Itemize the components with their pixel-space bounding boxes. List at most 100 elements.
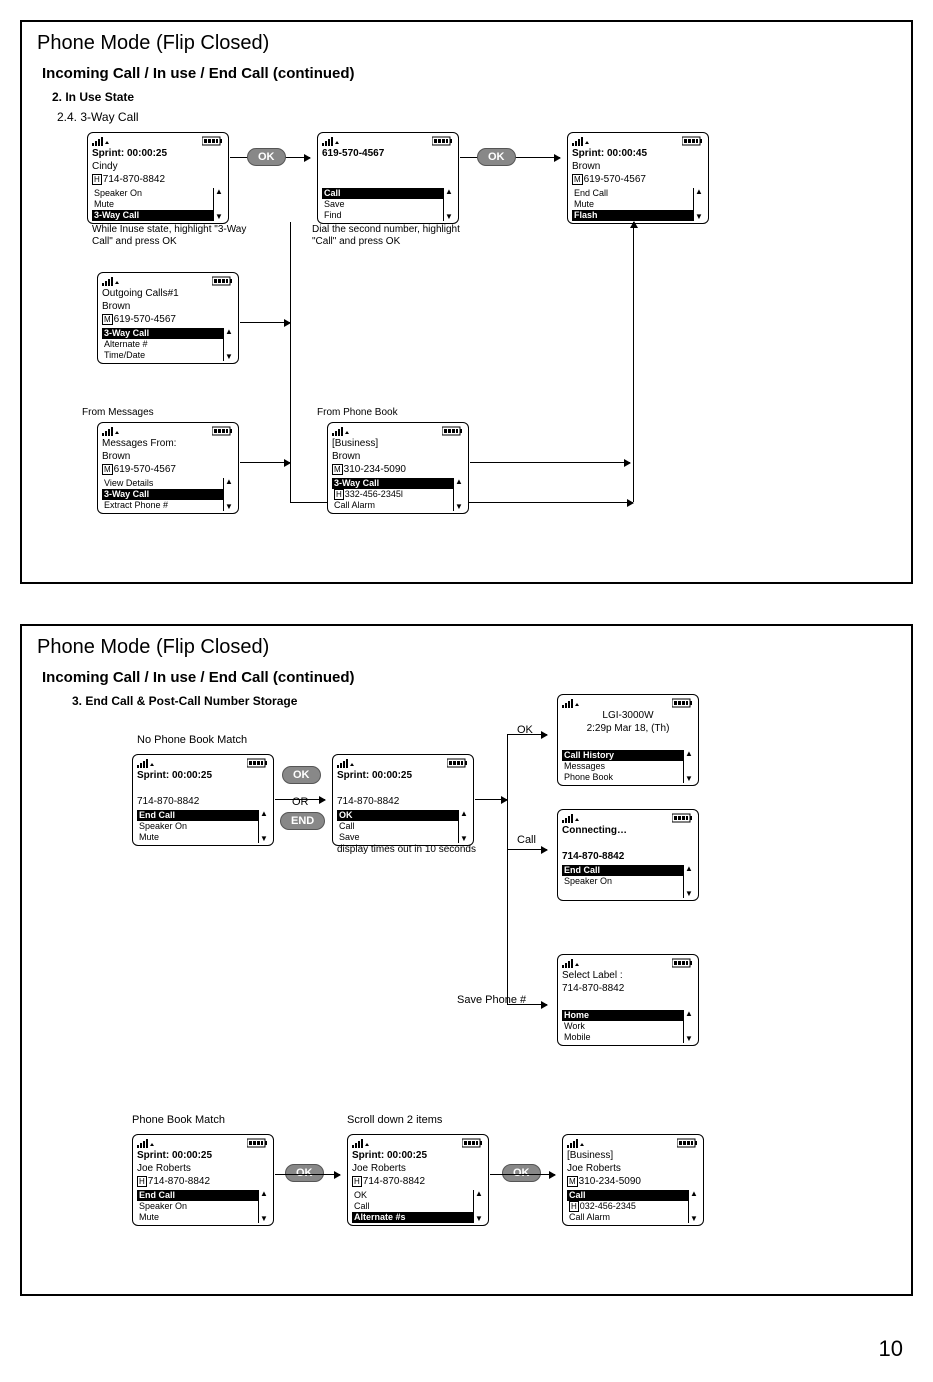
screen-select-label: Select Label : 714-870-8842 Home Work Mo… <box>557 954 699 1046</box>
s5-l3: 619-570-4567 <box>114 464 176 475</box>
battery-icon <box>432 136 454 146</box>
p1-m2: Speaker On <box>137 821 258 832</box>
p6-m1: End Call <box>137 1190 258 1201</box>
p5-l2: 714-870-8842 <box>562 982 694 995</box>
scrollbar-icon: ▲▼ <box>213 188 224 221</box>
s5-l1: Messages From: <box>102 437 234 450</box>
arrow-icon <box>507 734 547 735</box>
connector-line <box>507 734 508 1004</box>
p6-l2: Joe Roberts <box>137 1162 269 1175</box>
s5-m1: View Details <box>102 478 223 489</box>
arrow-icon <box>507 849 547 850</box>
p1-m3: Mute <box>137 832 258 843</box>
p4-l3: 714-870-8842 <box>562 850 694 863</box>
label-no-match: No Phone Book Match <box>137 734 247 746</box>
p3-m3: Phone Book <box>562 772 683 783</box>
screen-endcall-match: Sprint: 00:00:25 Joe Roberts H714-870-88… <box>132 1134 274 1226</box>
p1-l1: Sprint: 00:00:25 <box>137 769 269 782</box>
ok-button-p2-a[interactable]: OK <box>282 766 321 784</box>
p4-m1: End Call <box>562 865 683 876</box>
screen-dial: 619-570-4567 Call Save Find ▲▼ <box>317 132 459 224</box>
p8-tag2: H <box>569 1201 579 1212</box>
p7-m3: Alternate #s <box>352 1212 473 1223</box>
p3-m2: Messages <box>562 761 683 772</box>
battery-icon <box>442 426 464 436</box>
s1-l1: Sprint: 00:00:25 <box>92 147 224 160</box>
arrow-icon <box>240 462 290 463</box>
signal-icon <box>332 426 352 436</box>
scrollbar-icon: ▲▼ <box>453 478 464 511</box>
s6-m2: 332-456-2345l <box>345 489 403 499</box>
s6-tag: M <box>332 464 343 475</box>
p2-l3: 714-870-8842 <box>337 795 469 808</box>
scrollbar-icon: ▲▼ <box>683 865 694 898</box>
arrow-icon <box>507 1004 547 1005</box>
signal-icon <box>562 698 582 708</box>
battery-icon <box>677 1138 699 1148</box>
s4-l3: 619-570-4567 <box>114 314 176 325</box>
page-number: 10 <box>20 1336 913 1362</box>
s1-m1: Speaker On <box>92 188 213 199</box>
s2-m3: Find <box>322 210 443 221</box>
p8-l2: Joe Roberts <box>567 1162 699 1175</box>
ok-button-1[interactable]: OK <box>247 148 286 166</box>
signal-icon <box>562 813 582 823</box>
p5-m1: Home <box>562 1010 683 1021</box>
ok-button-p2-c[interactable]: OK <box>502 1164 541 1182</box>
s4-tag: M <box>102 314 113 325</box>
end-button[interactable]: END <box>280 812 325 830</box>
signal-icon <box>567 1138 587 1148</box>
p5-l1: Select Label : <box>562 969 694 982</box>
p6-l3: 714-870-8842 <box>148 1176 210 1187</box>
p1-l3: 714-870-8842 <box>137 795 269 808</box>
screen-messages: Messages From: Brown M619-570-4567 View … <box>97 422 239 514</box>
screen-outgoing: Outgoing Calls#1 Brown M619-570-4567 3-W… <box>97 272 239 364</box>
screen-home: LGI-3000W 2:29p Mar 18, (Th) Call Histor… <box>557 694 699 786</box>
panel2-title: Phone Mode (Flip Closed) <box>37 636 896 659</box>
scrollbar-icon: ▲▼ <box>458 810 469 843</box>
s4-m1: 3-Way Call <box>102 328 223 339</box>
p3-l2: 2:29p Mar 18, (Th) <box>562 722 694 735</box>
s4-m2: Alternate # <box>102 339 223 350</box>
scrollbar-icon: ▲▼ <box>688 1190 699 1223</box>
signal-icon <box>572 136 592 146</box>
s5-m3: Extract Phone # <box>102 500 223 511</box>
s1-tag: H <box>92 174 102 185</box>
caption-1: While Inuse state, highlight "3-Way Call… <box>92 224 262 248</box>
arrow-icon <box>470 462 630 463</box>
p8-tag: M <box>567 1176 578 1187</box>
p5-m2: Work <box>562 1021 683 1032</box>
screen-endcall-nomatch: Sprint: 00:00:25 714-870-8842 End Call S… <box>132 754 274 846</box>
label-scroll2: Scroll down 2 items <box>347 1114 442 1126</box>
arrow-icon <box>490 1174 555 1175</box>
screen-sprint-inuse: Sprint: 00:00:25 Cindy H714-870-8842 Spe… <box>87 132 229 224</box>
scrollbar-icon: ▲▼ <box>443 188 454 221</box>
s2-m1: Call <box>322 188 443 199</box>
battery-icon <box>202 136 224 146</box>
battery-icon <box>247 1138 269 1148</box>
s1-m2: Mute <box>92 199 213 210</box>
p2-m3: Save <box>337 832 458 843</box>
battery-icon <box>462 1138 484 1148</box>
scrollbar-icon: ▲▼ <box>223 328 234 361</box>
s6-tag2: H <box>334 489 344 500</box>
ok-button-p2-b[interactable]: OK <box>285 1164 324 1182</box>
signal-icon <box>137 758 157 768</box>
s3-m2: Mute <box>572 199 693 210</box>
ok-button-2[interactable]: OK <box>477 148 516 166</box>
battery-icon <box>247 758 269 768</box>
p2-m1: OK <box>337 810 458 821</box>
screen-alternate: Sprint: 00:00:25 Joe Roberts H714-870-88… <box>347 1134 489 1226</box>
scrollbar-icon: ▲▼ <box>473 1190 484 1223</box>
p7-l3: 714-870-8842 <box>363 1176 425 1187</box>
p7-l1: Sprint: 00:00:25 <box>352 1149 484 1162</box>
panel1-section: Incoming Call / In use / End Call (conti… <box>42 65 896 82</box>
panel1-subsub: 2.4. 3-Way Call <box>57 110 896 124</box>
s3-l2: Brown <box>572 160 704 173</box>
signal-icon <box>322 136 342 146</box>
battery-icon <box>672 698 694 708</box>
s4-l1: Outgoing Calls#1 <box>102 287 234 300</box>
s3-m3: Flash <box>572 210 693 221</box>
panel-2: Phone Mode (Flip Closed) Incoming Call /… <box>20 624 913 1296</box>
p2-m2: Call <box>337 821 458 832</box>
